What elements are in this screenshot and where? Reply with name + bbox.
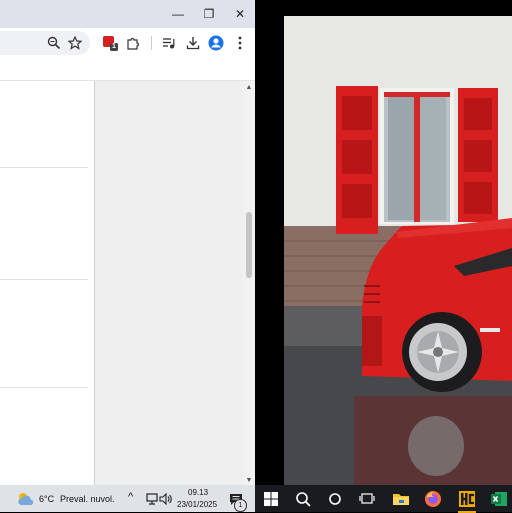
browser-window: — ❐ ✕ 1 ▲ ▼	[0, 0, 255, 485]
restore-icon: ❐	[203, 7, 215, 21]
excel-icon[interactable]	[488, 488, 510, 510]
clock-date[interactable]: 23/01/2025	[177, 500, 217, 509]
list-divider	[0, 387, 88, 388]
firefox-icon[interactable]	[422, 488, 444, 510]
media-queue-icon[interactable]	[159, 33, 179, 53]
content-list	[0, 81, 95, 485]
vertical-scrollbar[interactable]: ▲ ▼	[243, 81, 255, 485]
page-content: ▲ ▼	[0, 80, 255, 485]
scroll-down-arrow[interactable]: ▼	[243, 474, 255, 485]
cortana-icon[interactable]	[324, 488, 346, 510]
search-icon[interactable]	[292, 488, 314, 510]
weather-icon[interactable]	[15, 488, 37, 510]
menu-icon[interactable]	[230, 33, 250, 53]
file-explorer-icon[interactable]	[390, 488, 412, 510]
scroll-thumb[interactable]	[246, 212, 252, 278]
clock-time[interactable]: 09.13	[188, 488, 208, 497]
weather-temperature[interactable]: 6°C	[39, 494, 54, 504]
ferrari-photo	[284, 16, 512, 485]
zoom-icon[interactable]	[44, 33, 64, 53]
windows-start-icon[interactable]	[260, 488, 282, 510]
minimize-icon: —	[172, 7, 184, 21]
extension-badge: 1	[112, 43, 116, 50]
toolbar-separator	[151, 36, 152, 50]
ferrari-illustration	[284, 16, 512, 485]
hc-app-icon[interactable]	[456, 488, 478, 513]
puzzle-icon[interactable]	[123, 33, 143, 53]
volume-icon[interactable]	[155, 488, 177, 510]
scroll-up-arrow[interactable]: ▲	[243, 81, 255, 93]
task-view-icon[interactable]	[356, 488, 378, 510]
window-gap	[255, 0, 284, 485]
profile-icon[interactable]	[206, 33, 226, 53]
weather-condition[interactable]: Preval. nuvol.	[60, 494, 115, 504]
download-icon[interactable]	[183, 33, 203, 53]
minimize-button[interactable]: —	[162, 0, 194, 28]
title-bar: — ❐ ✕	[0, 0, 255, 28]
side-panel	[95, 81, 243, 485]
notification-icon[interactable]: 1	[225, 488, 247, 512]
tray-overflow-arrow[interactable]: ^	[128, 491, 133, 503]
extension-icon[interactable]: 1	[100, 33, 120, 53]
list-divider	[0, 167, 88, 168]
close-button[interactable]: ✕	[224, 0, 255, 28]
close-icon: ✕	[234, 7, 246, 21]
restore-button[interactable]: ❐	[193, 0, 225, 28]
notification-count: 1	[234, 499, 247, 512]
bookmark-star-icon[interactable]	[65, 33, 85, 53]
list-divider	[0, 279, 88, 280]
